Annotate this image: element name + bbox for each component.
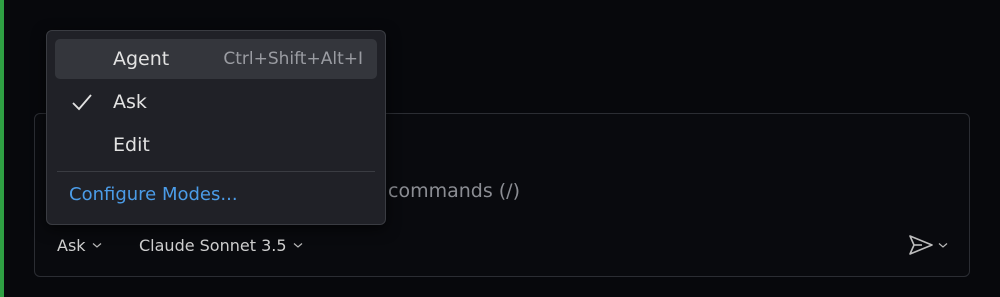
- mode-dropdown-menu: Agent Ctrl+Shift+Alt+I Ask Edit Configur…: [46, 30, 386, 225]
- menu-item-ask[interactable]: Ask: [55, 82, 377, 122]
- send-icon: [909, 235, 933, 255]
- model-picker-button[interactable]: Claude Sonnet 3.5: [139, 231, 304, 259]
- chat-panel: commands (/) Ask Claude Sonnet 3.5 Agent…: [0, 0, 1000, 297]
- menu-item-label: Edit: [113, 134, 150, 156]
- keyboard-shortcut: Ctrl+Shift+Alt+I: [223, 49, 363, 69]
- menu-item-edit[interactable]: Edit: [55, 125, 377, 165]
- mode-picker-button[interactable]: Ask: [57, 231, 103, 259]
- editor-edge-indicator: [0, 0, 4, 297]
- mode-picker-label: Ask: [57, 235, 86, 255]
- chevron-down-icon[interactable]: [937, 239, 949, 251]
- send-button[interactable]: [908, 231, 949, 259]
- menu-separator: [57, 171, 375, 172]
- chevron-down-icon: [92, 243, 101, 248]
- configure-modes-link[interactable]: Configure Modes...: [69, 184, 238, 205]
- checkmark-icon: [72, 94, 92, 111]
- chat-input-placeholder: commands (/): [388, 180, 520, 202]
- menu-item-label: Ask: [113, 91, 147, 113]
- menu-item-agent[interactable]: Agent Ctrl+Shift+Alt+I: [55, 39, 377, 79]
- chat-toolbar: Ask Claude Sonnet 3.5: [35, 231, 969, 259]
- menu-item-label: Agent: [113, 48, 170, 70]
- chevron-down-icon: [293, 243, 302, 248]
- model-picker-label: Claude Sonnet 3.5: [139, 235, 287, 255]
